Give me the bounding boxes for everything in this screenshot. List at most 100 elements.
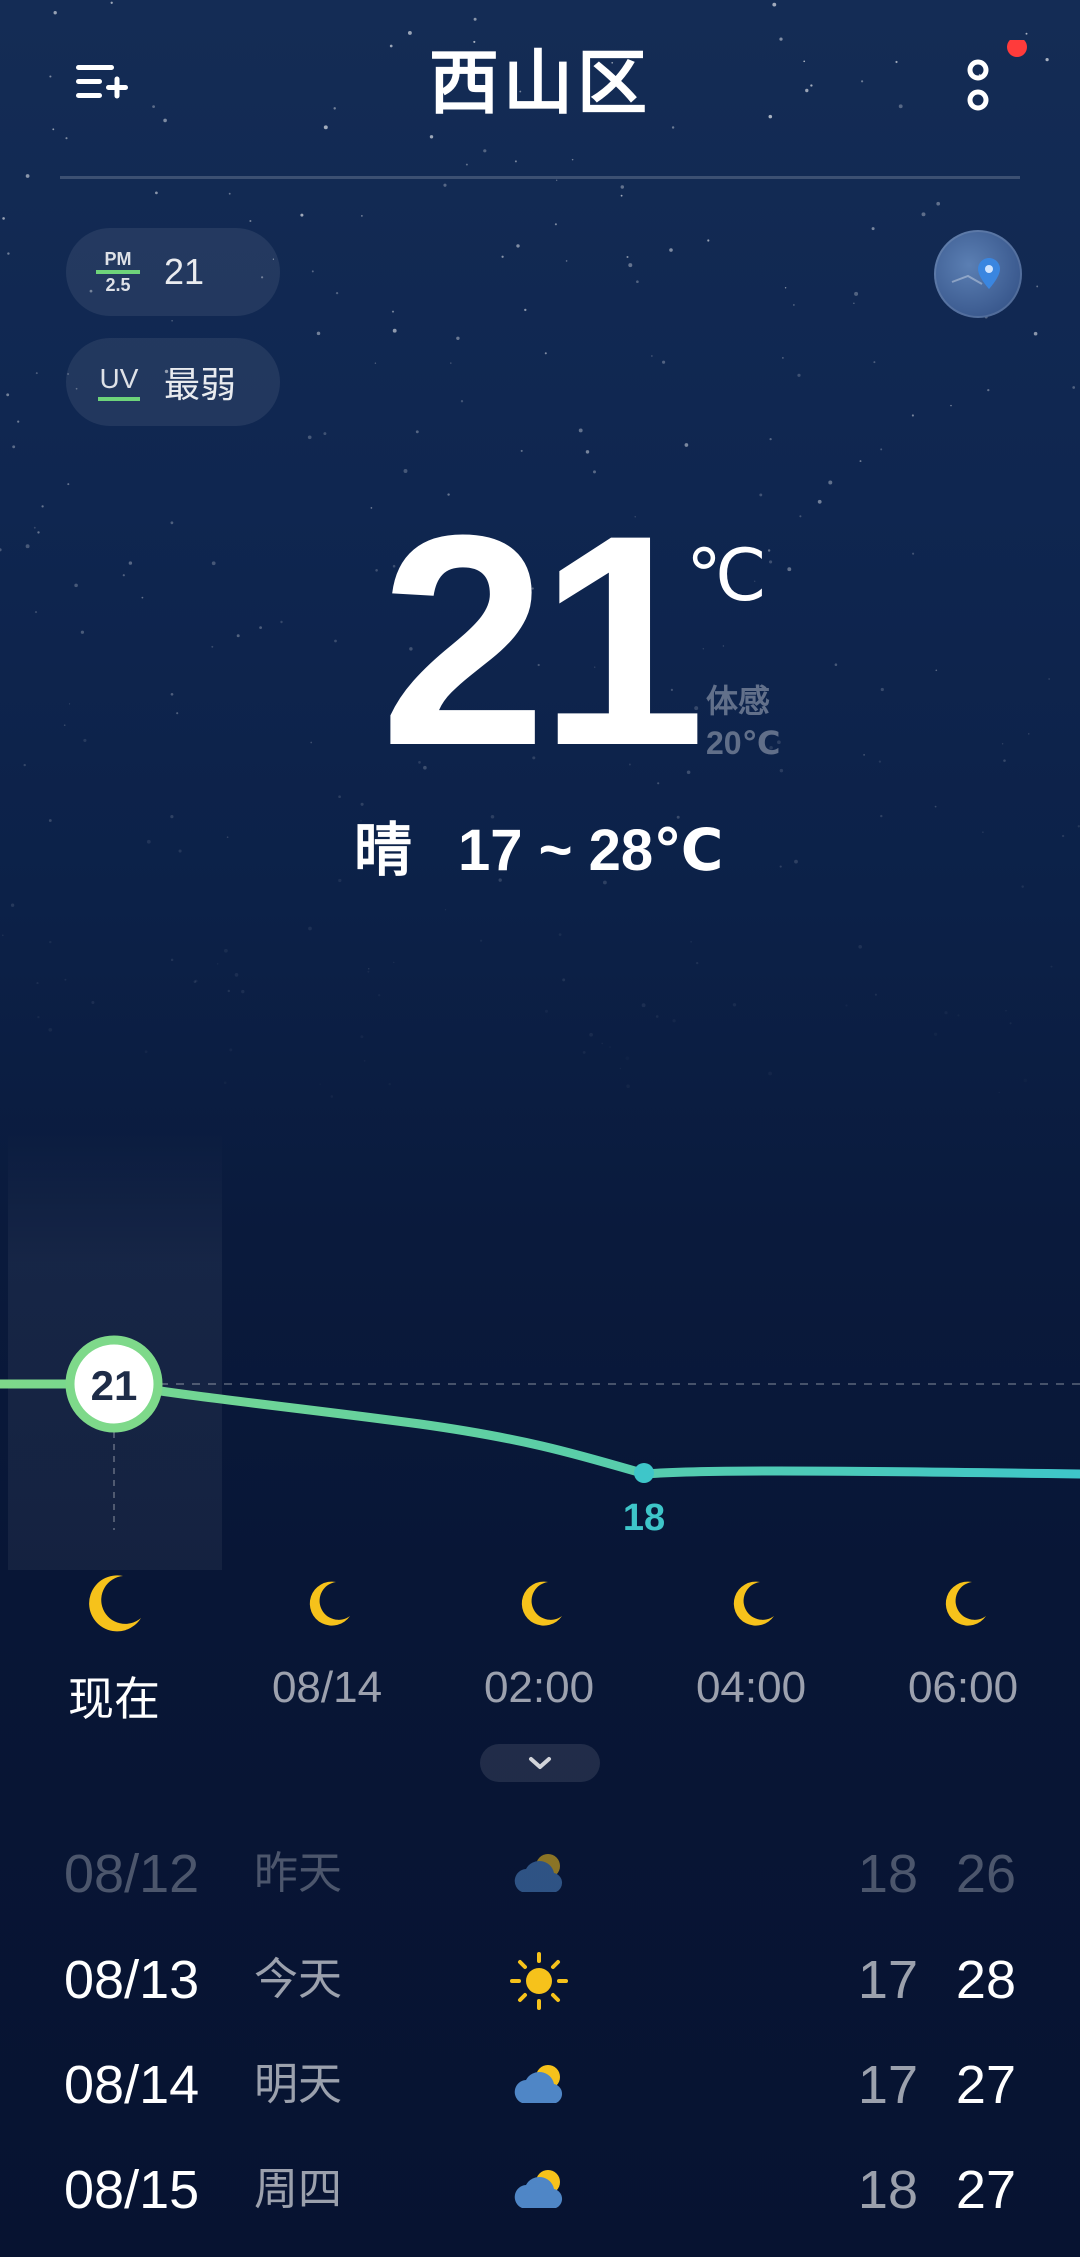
- star: [524, 308, 527, 312]
- star: [858, 944, 863, 949]
- star: [767, 549, 771, 552]
- star: [444, 909, 447, 911]
- star: [516, 244, 520, 248]
- star: [234, 973, 239, 977]
- star: [1024, 1079, 1028, 1083]
- expand-forecast-button[interactable]: [480, 1744, 600, 1782]
- star: [171, 320, 173, 322]
- star: [300, 213, 304, 217]
- hour-label: 现在: [68, 1672, 160, 1726]
- star: [155, 191, 158, 195]
- star: [236, 634, 240, 638]
- star: [308, 926, 312, 931]
- star: [176, 712, 179, 715]
- star: [194, 979, 198, 983]
- hour-item[interactable]: 06:00: [873, 1568, 1053, 1713]
- min-temp-point: [634, 1463, 654, 1483]
- star: [391, 310, 395, 313]
- star: [544, 1009, 549, 1013]
- pm-label-top: PM: [104, 249, 132, 269]
- star: [338, 795, 341, 799]
- star: [874, 993, 877, 996]
- star: [178, 849, 182, 853]
- star: [636, 280, 639, 284]
- uv-icon: UV: [96, 363, 142, 401]
- star: [859, 460, 862, 463]
- star: [759, 493, 763, 497]
- uv-chip[interactable]: UV 最弱: [66, 338, 280, 426]
- partly-cloudy-icon: [514, 2065, 563, 2103]
- star: [37, 1015, 40, 1019]
- star: [146, 839, 151, 844]
- star: [310, 741, 313, 744]
- star: [589, 1032, 593, 1037]
- hour-item[interactable]: 08/14: [237, 1568, 417, 1713]
- star: [501, 255, 504, 258]
- star: [1028, 733, 1030, 735]
- star: [641, 1003, 646, 1008]
- star: [779, 865, 782, 868]
- star: [49, 940, 52, 944]
- star: [784, 287, 787, 289]
- hour-item-now[interactable]: 现在: [24, 1568, 204, 1729]
- moon-icon: [521, 1581, 562, 1626]
- condition-row: 晴 17 ~ 28℃: [354, 810, 723, 891]
- daily-row-tomorrow[interactable]: 08/14 明天 17 27: [0, 2045, 1080, 2125]
- star: [1050, 965, 1053, 968]
- moon-icon: [945, 1581, 986, 1626]
- hour-item[interactable]: 02:00: [449, 1568, 629, 1713]
- star: [193, 980, 197, 983]
- map-button[interactable]: [934, 230, 1022, 318]
- star: [338, 878, 342, 883]
- city-name[interactable]: 西山区: [0, 38, 1080, 128]
- star: [619, 1067, 622, 1070]
- star: [853, 302, 855, 304]
- star: [799, 515, 802, 518]
- temp-range: 17 ~ 28℃: [458, 818, 724, 883]
- star: [388, 1083, 390, 1085]
- sun-icon: [510, 1952, 568, 2010]
- star: [880, 448, 883, 451]
- daily-row-today[interactable]: 08/13 今天 17 28: [0, 1940, 1080, 2020]
- temperature-unit: ℃: [686, 536, 767, 616]
- star: [935, 669, 938, 672]
- star: [170, 692, 174, 696]
- star: [722, 645, 725, 647]
- star: [378, 994, 381, 997]
- daily-row-thursday[interactable]: 08/15 周四 18 27: [0, 2150, 1080, 2230]
- more-options-button[interactable]: [950, 37, 1040, 130]
- star: [91, 1000, 95, 1005]
- star: [1003, 759, 1006, 762]
- star: [578, 428, 583, 433]
- star: [0, 548, 2, 552]
- star: [360, 802, 364, 806]
- star: [1061, 834, 1065, 838]
- daily-low: 18: [857, 2160, 918, 2220]
- star: [936, 201, 941, 206]
- min-temp-label: 18: [623, 1497, 665, 1539]
- star: [319, 1084, 320, 1085]
- pm25-value: 21: [164, 251, 205, 292]
- star: [211, 645, 214, 648]
- notification-dot: [1007, 37, 1027, 57]
- star: [63, 724, 66, 727]
- star: [944, 1011, 948, 1015]
- pm25-chip[interactable]: PM 2.5 21: [66, 228, 280, 316]
- star: [628, 263, 633, 268]
- current-temp-point-label: 21: [91, 1362, 138, 1409]
- star: [585, 450, 590, 454]
- star: [880, 687, 884, 692]
- star: [998, 1091, 1000, 1094]
- star: [558, 933, 562, 936]
- star: [1001, 743, 1004, 745]
- star: [987, 388, 990, 392]
- hour-item[interactable]: 04:00: [661, 1568, 841, 1713]
- star: [363, 1060, 366, 1062]
- star: [957, 1014, 959, 1016]
- star: [662, 360, 666, 364]
- star: [68, 703, 71, 705]
- star: [696, 961, 699, 965]
- daily-row-yesterday[interactable]: 08/12 昨天 18 26: [0, 1834, 1080, 1914]
- star: [620, 185, 625, 189]
- star: [684, 443, 689, 447]
